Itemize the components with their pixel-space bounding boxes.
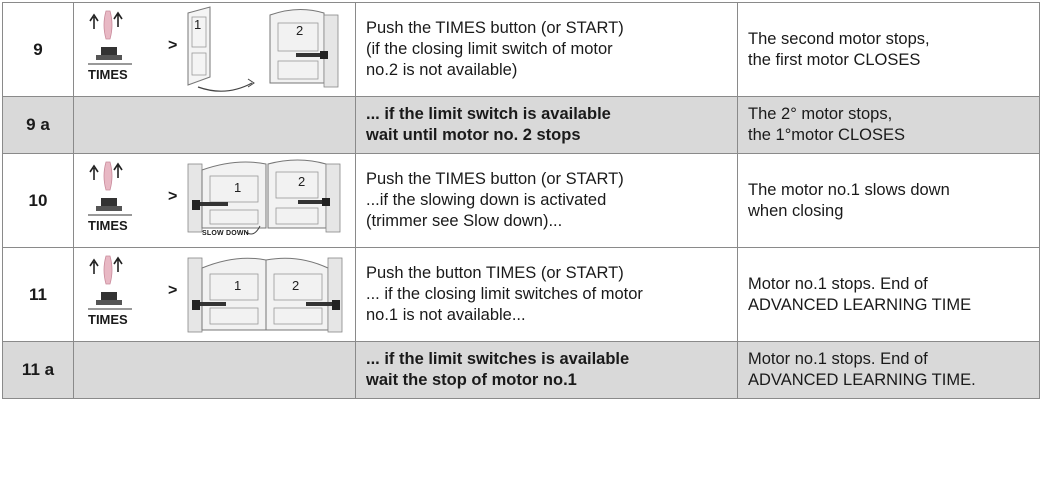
gate-leaf-2-number: 2	[298, 174, 305, 189]
motor-arm-icon	[196, 202, 228, 206]
step-number: 9	[2, 2, 74, 97]
result-text: The second motor stops, the first motor …	[737, 2, 1040, 97]
result-text: Motor no.1 stops. End of ADVANCED LEARNI…	[737, 341, 1040, 399]
action-text: ... if the limit switch is available wai…	[355, 96, 738, 154]
step-number: 11	[2, 247, 74, 342]
gate-leaf-1-number: 1	[234, 278, 241, 293]
action-text: Push the TIMES button (or START) (if the…	[355, 2, 738, 97]
step-row-9: 9 TIMES > 1 2 Push the TIMES button (or …	[2, 2, 1040, 97]
step-figure: TIMES > 1 2	[73, 247, 356, 342]
motor-arm-icon	[296, 53, 322, 57]
step-row-11a: 11 a ... if the limit switches is availa…	[2, 341, 1040, 399]
times-label: TIMES	[88, 312, 128, 327]
learning-steps-table: 9 TIMES > 1 2 Push the TIMES button (or …	[2, 2, 1040, 399]
step-number: 11 a	[2, 341, 74, 399]
gate-diagram-icon: 1 2	[187, 257, 343, 333]
step-figure: TIMES > 1 2	[73, 153, 356, 248]
gate-leaf-2-number: 2	[296, 23, 303, 38]
gate-leaf-1-number: 1	[234, 180, 241, 195]
gate-leaf-2-number: 2	[292, 278, 299, 293]
step-row-9a: 9 a ... if the limit switch is available…	[2, 96, 1040, 154]
times-label: TIMES	[88, 67, 128, 82]
step-number: 9 a	[2, 96, 74, 154]
gate-diagram-icon: 1 2	[187, 6, 339, 92]
step-figure-empty	[73, 341, 356, 399]
action-text: Push the TIMES button (or START) ...if t…	[355, 153, 738, 248]
result-text: Motor no.1 stops. End of ADVANCED LEARNI…	[737, 247, 1040, 342]
step-row-10: 10 TIMES > 1 2 SLOW DOWN Push the TIMES …	[2, 153, 1040, 248]
gate-leaf-1-number: 1	[194, 17, 201, 32]
result-text: The 2° motor stops, the 1°motor CLOSES	[737, 96, 1040, 154]
step-figure: TIMES > 1 2	[73, 2, 356, 97]
action-text: ... if the limit switches is available w…	[355, 341, 738, 399]
times-label: TIMES	[88, 218, 128, 233]
action-text: Push the button TIMES (or START) ... if …	[355, 247, 738, 342]
step-row-11: 11 TIMES > 1 2 Push the button TIMES (or…	[2, 247, 1040, 342]
step-figure-empty	[73, 96, 356, 154]
result-text: The motor no.1 slows down when closing	[737, 153, 1040, 248]
step-number: 10	[2, 153, 74, 248]
motor-arm-icon	[196, 302, 226, 306]
slow-down-label: SLOW DOWN	[202, 230, 249, 237]
